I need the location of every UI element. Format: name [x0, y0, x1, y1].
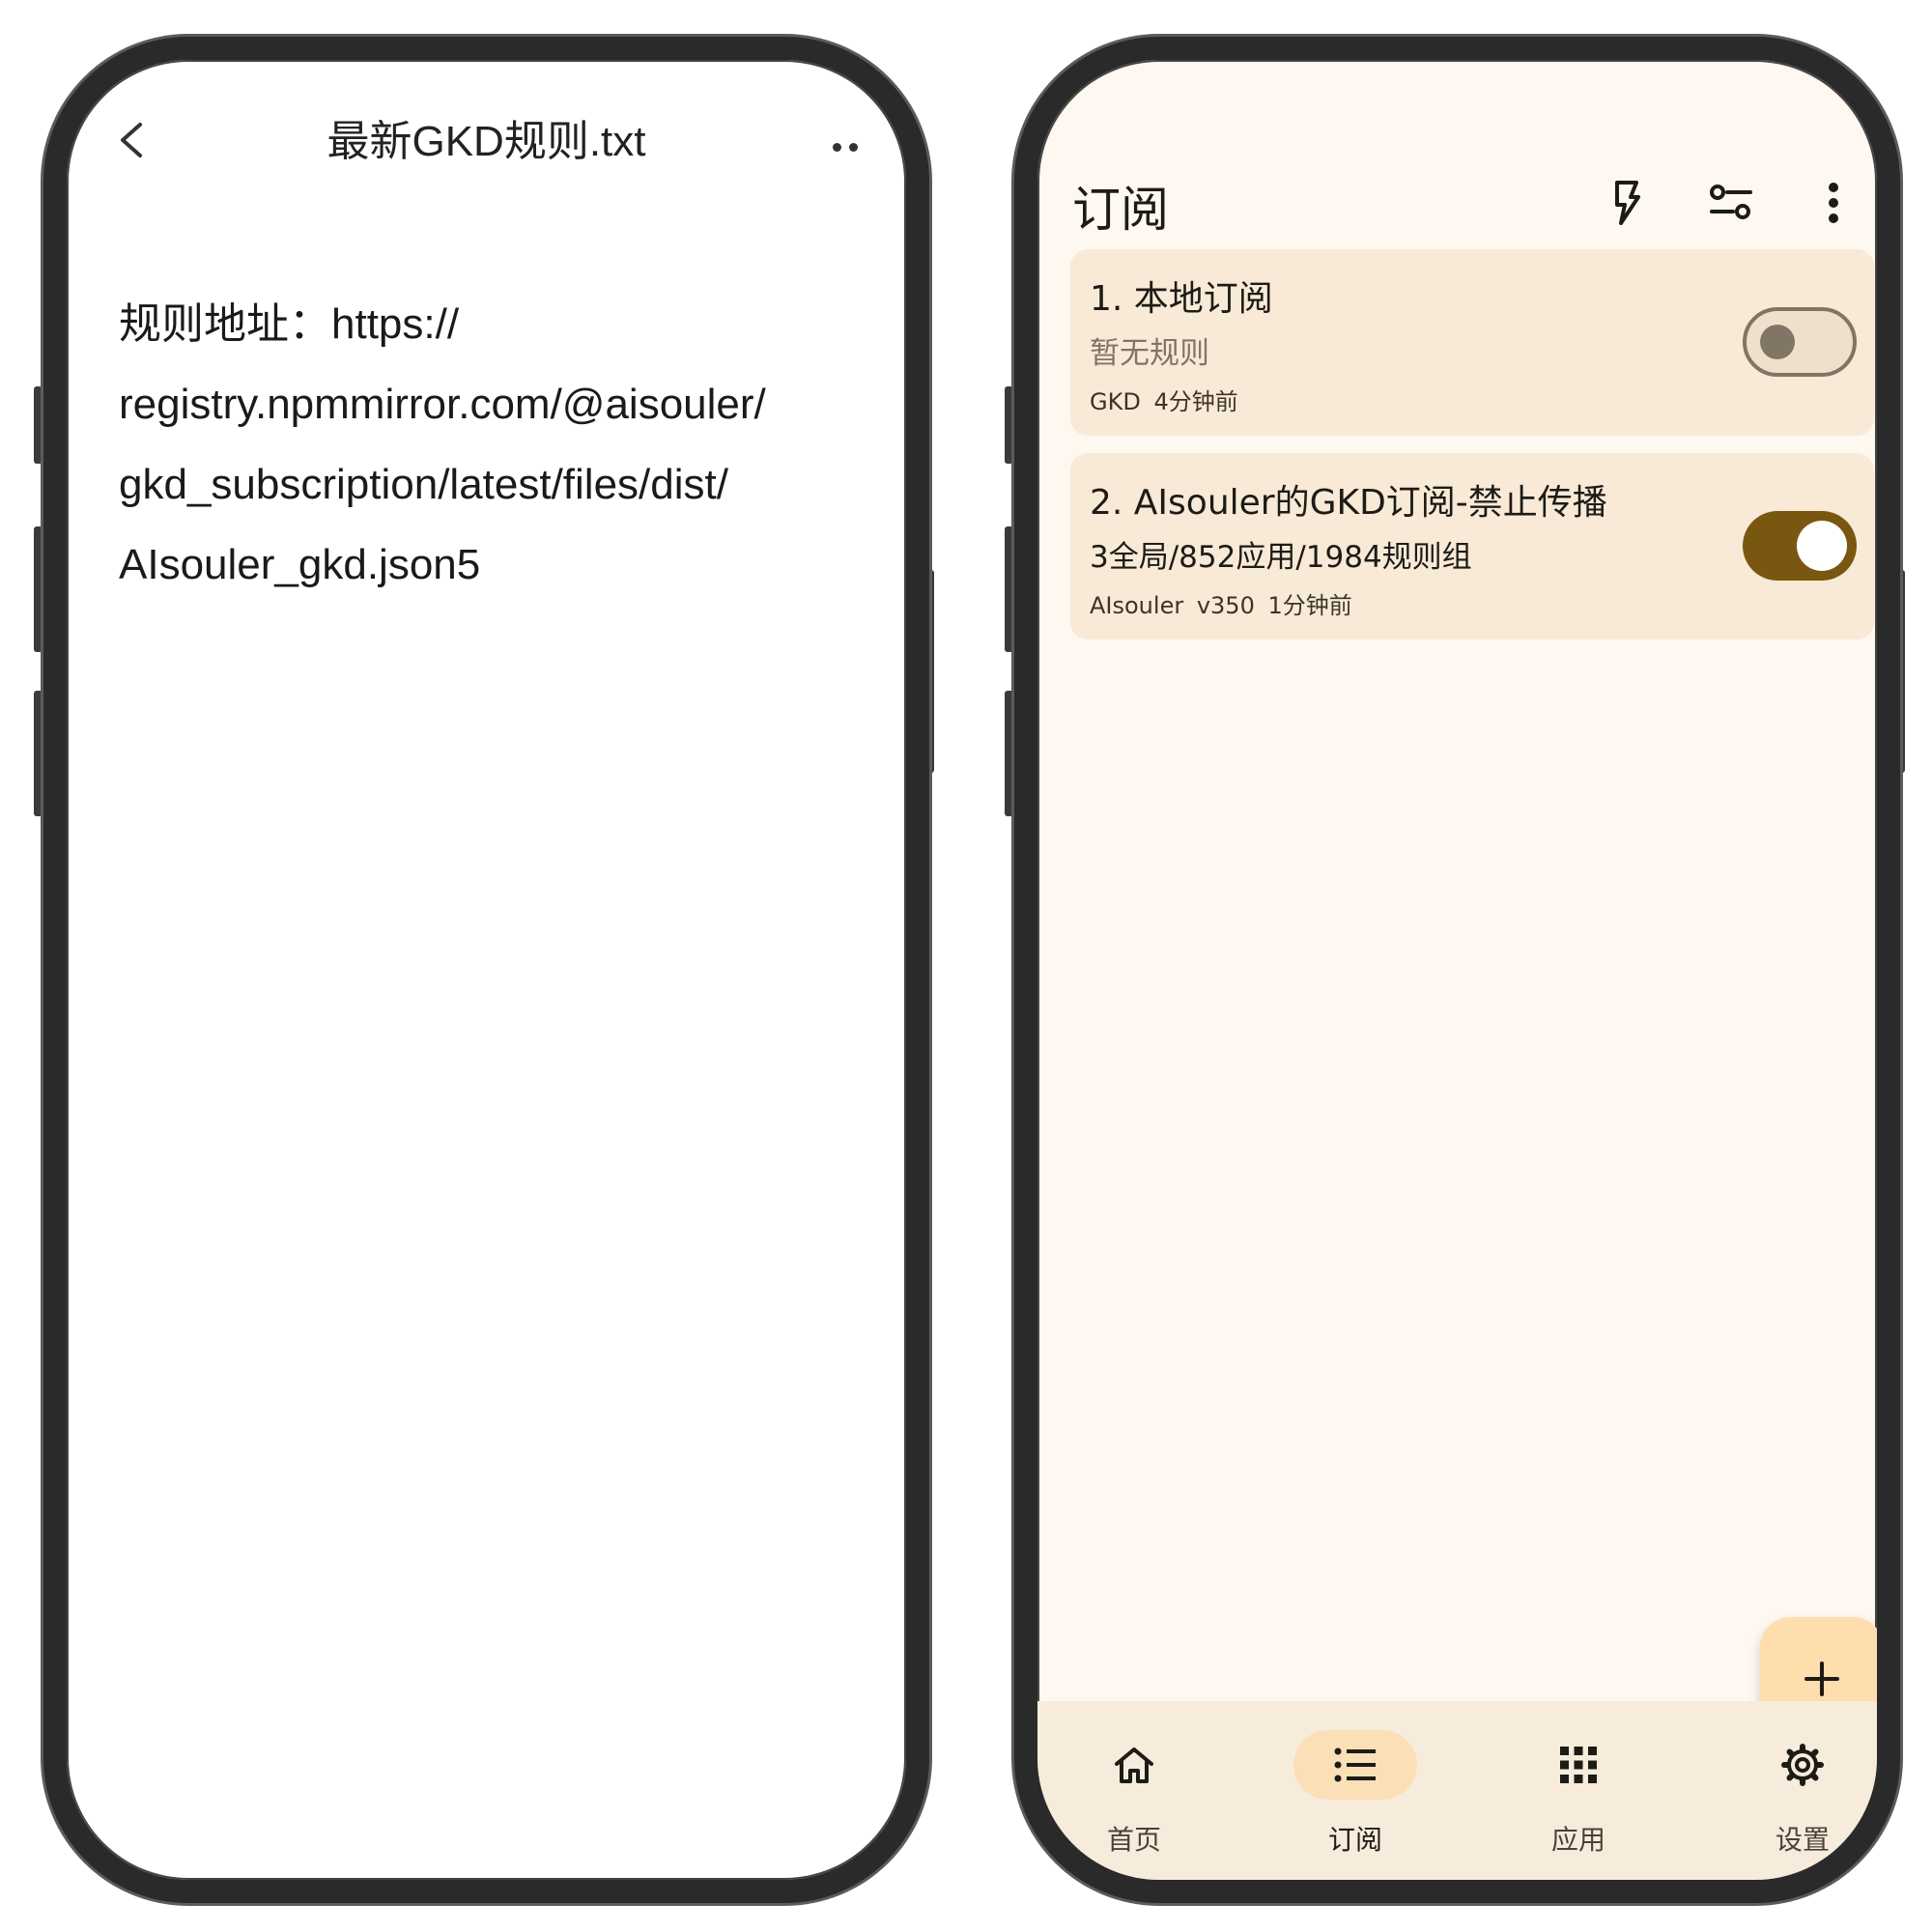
plus-icon — [1804, 1662, 1839, 1696]
home-icon — [1115, 1747, 1153, 1783]
nav-indicator — [1293, 1730, 1417, 1800]
subscription-summary: 3全局/852应用/1984规则组 — [1090, 540, 1472, 575]
right-phone-side-button — [1005, 691, 1013, 816]
nav-label: 应用 — [1550, 1824, 1605, 1856]
gear-icon — [1781, 1744, 1824, 1786]
nav-item-subscriptions[interactable]: 订阅 — [1278, 1730, 1433, 1865]
file-title: 最新GKD规则.txt — [327, 118, 646, 165]
filter-settings-icon — [1710, 185, 1752, 219]
left-phone-side-button — [34, 691, 43, 816]
right-phone-screen: 订阅 1. 本地订阅 暂无规则 GKD 4分钟前 2. AIsouler的GKD… — [1014, 37, 1900, 1903]
bottom-navigation: 首页 订阅 应用 设置 — [1037, 1701, 1877, 1880]
toggle-knob — [1760, 325, 1795, 359]
subscription-title: 1. 本地订阅 — [1090, 279, 1273, 319]
nav-label: 首页 — [1106, 1824, 1161, 1856]
flash-button[interactable] — [1600, 176, 1654, 230]
nav-indicator — [1072, 1730, 1196, 1800]
page-title: 订阅 — [1072, 182, 1169, 238]
file-content-line: AIsouler_gkd.json5 — [119, 541, 481, 588]
subscription-meta: AIsouler v350 1分钟前 — [1090, 592, 1352, 619]
file-content-line: registry.npmmirror.com/@aisouler/ — [119, 381, 766, 428]
more-options-button[interactable] — [1806, 176, 1861, 230]
apps-grid-icon — [1560, 1747, 1597, 1783]
file-content: 规则地址：https:// registry.npmmirror.com/@ai… — [119, 284, 872, 605]
subscription-toggle[interactable] — [1743, 307, 1857, 377]
subscription-title: 2. AIsouler的GKD订阅-禁止传播 — [1090, 483, 1607, 523]
nav-label: 设置 — [1775, 1824, 1830, 1856]
more-options-button[interactable] — [833, 139, 867, 155]
subscription-toggle[interactable] — [1743, 511, 1857, 581]
subscription-card[interactable]: 2. AIsouler的GKD订阅-禁止传播 3全局/852应用/1984规则组… — [1070, 453, 1874, 639]
nav-indicator — [1517, 1730, 1640, 1800]
subscription-summary: 暂无规则 — [1090, 336, 1209, 371]
left-phone-side-button — [34, 386, 43, 464]
right-phone-side-button — [1005, 526, 1013, 652]
file-viewer-header: 最新GKD规则.txt — [67, 60, 906, 205]
nav-item-home[interactable]: 首页 — [1057, 1730, 1211, 1865]
toggle-knob — [1797, 521, 1847, 571]
subscription-meta: GKD 4分钟前 — [1090, 388, 1238, 415]
more-vert-icon — [1829, 183, 1838, 223]
flash-icon — [1615, 181, 1640, 225]
top-app-bar: 订阅 — [1037, 118, 1877, 238]
nav-item-apps[interactable]: 应用 — [1501, 1730, 1656, 1865]
dot-icon — [833, 142, 841, 152]
left-phone-side-button — [34, 526, 43, 652]
dot-icon — [849, 142, 858, 152]
filter-settings-button[interactable] — [1704, 176, 1758, 230]
nav-item-settings[interactable]: 设置 — [1725, 1730, 1877, 1865]
nav-indicator — [1741, 1730, 1864, 1800]
list-icon — [1334, 1747, 1376, 1782]
nav-label: 订阅 — [1327, 1824, 1382, 1856]
file-content-line: 规则地址：https:// — [119, 300, 460, 348]
subscription-card[interactable]: 1. 本地订阅 暂无规则 GKD 4分钟前 — [1070, 249, 1874, 436]
file-content-line: gkd_subscription/latest/files/dist/ — [119, 461, 728, 508]
left-phone-screen: 最新GKD规则.txt 规则地址：https:// registry.npmmi… — [43, 37, 929, 1903]
right-phone-side-button — [1005, 386, 1013, 464]
